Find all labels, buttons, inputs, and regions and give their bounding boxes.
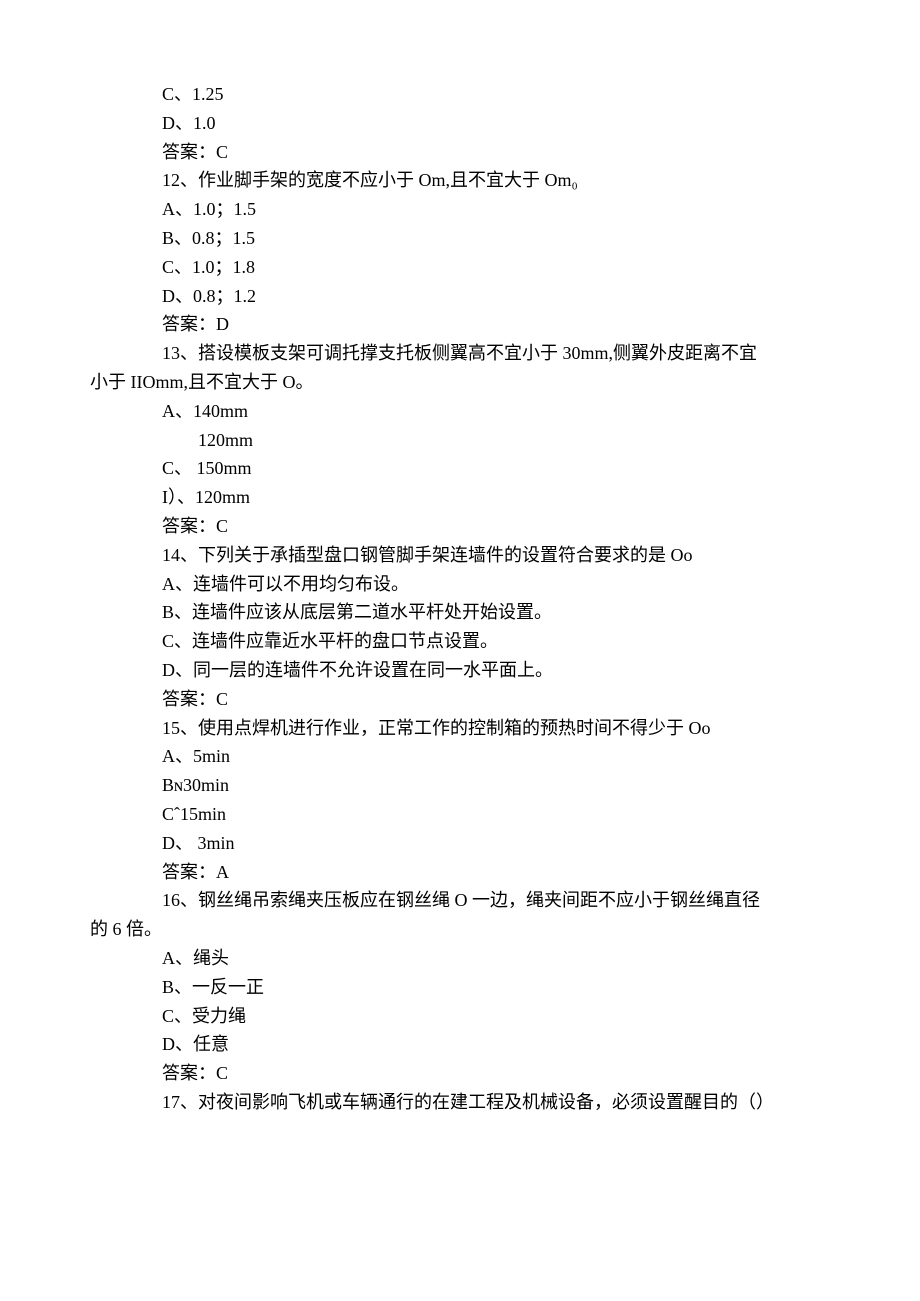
text-line: C、 150mm [90, 454, 830, 483]
text-line: D、同一层的连墙件不允许设置在同一水平面上。 [90, 656, 830, 685]
text-line: C、1.0；1.8 [90, 253, 830, 282]
text-line: D、0.8；1.2 [90, 282, 830, 311]
text-line: B、一反一正 [90, 973, 830, 1002]
text-line: C、连墙件应靠近水平杆的盘口节点设置。 [90, 627, 830, 656]
text-line: D、1.0 [90, 109, 830, 138]
text-line: Cˆ15min [90, 800, 830, 829]
text-line: A、140mm [90, 397, 830, 426]
text-line: 小于 IIOmm,且不宜大于 O。 [90, 368, 830, 397]
text-line: 答案：C [90, 1059, 830, 1088]
text-line: A、连墙件可以不用均匀布设。 [90, 570, 830, 599]
text-line: 15、使用点焊机进行作业，正常工作的控制箱的预热时间不得少于 Oo [90, 714, 830, 743]
text-line: 的 6 倍。 [90, 915, 830, 944]
text-line: A、1.0；1.5 [90, 195, 830, 224]
text-line: 答案：C [90, 512, 830, 541]
text-line: 答案：D [90, 310, 830, 339]
text-line: A、5min [90, 742, 830, 771]
text-line: 答案：A [90, 858, 830, 887]
text-line: I）、120mm [90, 483, 830, 512]
text-line: D、任意 [90, 1030, 830, 1059]
text-line: 答案：C [90, 685, 830, 714]
text-line: 120mm [90, 426, 830, 455]
text-line: A、绳头 [90, 944, 830, 973]
text-line: 答案：C [90, 138, 830, 167]
text-line: B、连墙件应该从底层第二道水平杆处开始设置。 [90, 598, 830, 627]
text-line: 12、作业脚手架的宽度不应小于 Om,且不宜大于 Om₀ [90, 166, 830, 195]
text-line: C、1.25 [90, 80, 830, 109]
text-line: 17、对夜间影响飞机或车辆通行的在建工程及机械设备，必须设置醒目的（） [90, 1088, 830, 1117]
text-line: D、 3min [90, 829, 830, 858]
text-line: Bɴ30min [90, 771, 830, 800]
text-line: 13、搭设模板支架可调托撑支托板侧翼高不宜小于 30mm,侧翼外皮距离不宜 [90, 339, 830, 368]
text-line: 16、钢丝绳吊索绳夹压板应在钢丝绳 O 一边，绳夹间距不应小于钢丝绳直径 [90, 886, 830, 915]
text-line: 14、下列关于承插型盘口钢管脚手架连墙件的设置符合要求的是 Oo [90, 541, 830, 570]
text-line: B、0.8；1.5 [90, 224, 830, 253]
text-line: C、受力绳 [90, 1002, 830, 1031]
